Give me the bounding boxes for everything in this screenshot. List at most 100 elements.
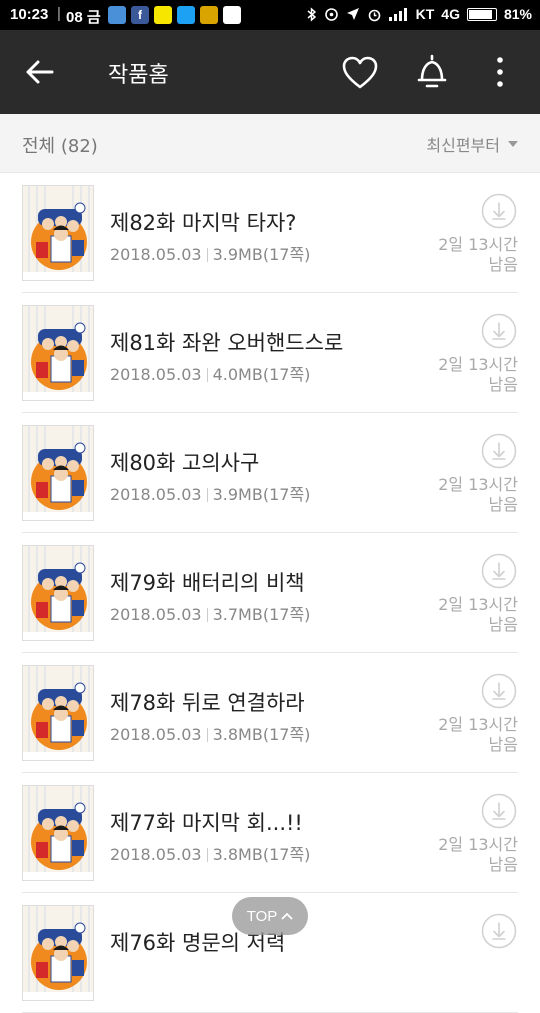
download-icon [481,193,517,229]
time-remaining-value: 2일 13시간 [438,715,518,734]
episode-row[interactable]: 제81화 좌완 오버핸드스로 2018.05.03 4.0MB(17쪽) 2일 1… [0,293,540,413]
episode-cover-thumbnail [22,185,94,281]
sync-icon [324,7,338,21]
time-remaining: 2일 13시간 남음 [438,355,518,395]
episode-date: 2018.05.03 [110,725,202,744]
time-remaining-value: 2일 13시간 [438,475,518,494]
status-separator: | [57,5,61,22]
episode-meta: 2018.05.03 3.7MB(17쪽) [110,601,310,625]
location-icon [346,8,359,20]
download-icon [481,313,517,349]
time-remaining-suffix: 남음 [488,615,518,634]
download-icon [481,553,517,589]
time-remaining: 2일 13시간 남음 [438,595,518,635]
dropdown-arrow-icon [508,141,518,147]
sort-label: 최신편부터 [426,136,500,155]
meta-divider [206,608,208,622]
bluetooth-icon [307,6,316,22]
episode-title: 제78화 뒤로 연결하라 [110,691,305,715]
time-remaining-value: 2일 13시간 [438,355,518,374]
episode-row[interactable]: 제79화 배터리의 비책 2018.05.03 3.7MB(17쪽) 2일 13시… [0,533,540,653]
gallery-icon [200,6,218,24]
calendar-icon [223,6,241,24]
episode-title: 제77화 마지막 회...!! [110,811,303,835]
meta-divider [206,848,208,862]
episode-cover-thumbnail [22,425,94,521]
twitter-icon [177,6,195,24]
download-button[interactable] [481,313,517,349]
episode-date: 2018.05.03 [110,245,202,264]
time-remaining: 2일 13시간 남음 [438,475,518,515]
download-button[interactable] [481,553,517,589]
download-icon [481,433,517,469]
episode-size: 3.7MB(17쪽) [212,605,311,624]
episode-cover-thumbnail [22,665,94,761]
favorite-button[interactable] [340,54,380,92]
time-remaining-suffix: 남음 [488,855,518,874]
meta-divider [206,248,208,262]
mailbox-icon [108,6,126,24]
episode-size: 3.9MB(17쪽) [212,485,311,504]
notification-icons: f [108,6,241,24]
status-date: 08 금 [66,9,101,26]
sort-dropdown[interactable]: 최신편부터 [426,132,518,156]
episode-date: 2018.05.03 [110,485,202,504]
meta-divider [206,488,208,502]
back-arrow-icon [26,60,54,84]
time-remaining: 2일 13시간 남음 [438,715,518,755]
episode-size: 3.9MB(17쪽) [212,245,311,264]
status-right-group: KT 4G 81% [307,6,532,22]
page-title: 작품홈 [108,63,169,88]
status-time: 10:23 [10,6,49,23]
more-vertical-icon [497,57,503,87]
time-remaining-suffix: 남음 [488,735,518,754]
episode-title: 제82화 마지막 타자? [110,211,297,235]
time-remaining-suffix: 남음 [488,255,518,274]
time-remaining: 2일 13시간 남음 [438,235,518,275]
time-remaining-value: 2일 13시간 [438,235,518,254]
episode-date: 2018.05.03 [110,365,202,384]
meta-divider [206,728,208,742]
episode-meta: 2018.05.03 3.9MB(17쪽) [110,241,310,265]
episode-size: 3.8MB(17쪽) [212,845,311,864]
episode-row[interactable]: 제77화 마지막 회...!! 2018.05.03 3.8MB(17쪽) 2일 … [0,773,540,893]
episode-date: 2018.05.03 [110,845,202,864]
download-icon [481,673,517,709]
episode-date: 2018.05.03 [110,605,202,624]
network-label: 4G [441,6,460,22]
episode-title: 제80화 고의사구 [110,451,260,475]
battery-icon [466,7,497,21]
top-button-label: TOP [246,907,278,925]
more-menu-button[interactable] [488,52,512,92]
download-button[interactable] [481,913,517,949]
episode-cover-thumbnail [22,545,94,641]
time-remaining-value: 2일 13시간 [438,835,518,854]
episode-row[interactable]: 제80화 고의사구 2018.05.03 3.9MB(17쪽) 2일 13시간 남… [0,413,540,533]
status-bar: 10:23 | 08 금 f KT 4G 81% [0,0,540,30]
bell-icon [417,54,447,88]
scroll-to-top-button[interactable]: TOP [232,897,308,935]
battery-percent: 81% [503,6,532,22]
heart-icon [342,56,378,89]
download-icon [481,913,517,949]
episode-row[interactable]: 제82화 마지막 타자? 2018.05.03 3.9MB(17쪽) 2일 13시… [0,173,540,293]
episode-list: 제82화 마지막 타자? 2018.05.03 3.9MB(17쪽) 2일 13시… [0,173,540,1013]
kakaotalk-icon [154,6,172,24]
episode-meta: 2018.05.03 3.8MB(17쪽) [110,841,310,865]
alarm-icon [368,9,380,21]
download-button[interactable] [481,193,517,229]
episode-row[interactable]: 제78화 뒤로 연결하라 2018.05.03 3.8MB(17쪽) 2일 13시… [0,653,540,773]
download-button[interactable] [481,673,517,709]
download-button[interactable] [481,793,517,829]
episode-title: 제81화 좌완 오버핸드스로 [110,331,344,355]
download-button[interactable] [481,433,517,469]
back-button[interactable] [22,54,62,90]
download-icon [481,793,517,829]
notification-button[interactable] [412,50,452,94]
filter-bar: 전체 (82) 최신편부터 [0,114,540,173]
time-remaining-suffix: 남음 [488,375,518,394]
episode-cover-thumbnail [22,785,94,881]
episode-size: 3.8MB(17쪽) [212,725,311,744]
chevron-up-icon [281,912,293,920]
total-count-label: 전체 (82) [22,136,98,157]
